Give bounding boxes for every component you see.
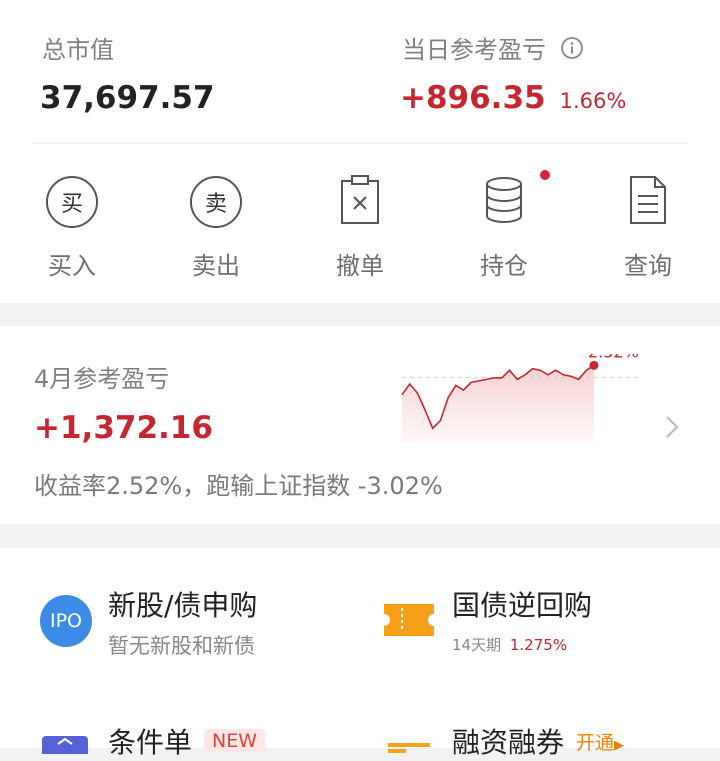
- query-button[interactable]: 查询: [593, 170, 703, 281]
- caret-right-icon: ▶: [614, 737, 625, 753]
- daily-pnl-values: +896.35 1.66%: [400, 80, 626, 116]
- daily-pnl-label: 当日参考盈亏: [402, 36, 546, 64]
- buy-icon: 买: [46, 176, 98, 228]
- holdings-icon: [484, 175, 524, 229]
- holdings-button[interactable]: 持仓: [449, 170, 559, 281]
- cancel-order-button[interactable]: 撤单: [305, 170, 415, 281]
- daily-pnl-percent: 1.66%: [559, 89, 627, 113]
- cancel-order-icon: [340, 175, 380, 229]
- chart-end-point: [589, 360, 599, 370]
- condition-order-service[interactable]: 条件单 NEW: [108, 721, 266, 761]
- notification-dot: [540, 170, 550, 180]
- new-badge: NEW: [204, 729, 266, 753]
- daily-pnl: +896.35: [400, 80, 546, 116]
- ipo-title: 新股/债申购: [108, 589, 258, 622]
- query-label: 查询: [624, 252, 672, 280]
- chart-end-label: 2.52%: [588, 354, 639, 361]
- open-account-tag[interactable]: 开通▶: [576, 728, 624, 755]
- market-value: 37,697.57: [40, 80, 215, 116]
- services-card: IPO 新股/债申购 暂无新股和新债 国债逆回购 14天期 1.275% 条件单…: [0, 548, 720, 761]
- monthly-pnl-title: 4月参考盈亏: [34, 365, 170, 393]
- margin-title: 融资融券: [452, 726, 565, 759]
- cancel-order-label: 撤单: [336, 252, 384, 280]
- condition-order-icon: [40, 734, 90, 761]
- condition-order-title: 条件单: [108, 726, 193, 759]
- buy-label: 买入: [48, 252, 96, 280]
- monthly-pnl-card[interactable]: 4月参考盈亏 +1,372.16 收益率2.52%，跑输上证指数 -3.02% …: [0, 326, 720, 524]
- monthly-pnl-value: +1,372.16: [34, 410, 213, 446]
- monthly-return-summary: 收益率2.52%，跑输上证指数 -3.02%: [34, 472, 443, 500]
- monthly-pnl-chart: 2.52%: [401, 354, 640, 442]
- reverse-repo-rate: 1.275%: [509, 636, 568, 654]
- open-account-label: 开通: [576, 731, 615, 754]
- reverse-repo-days: 14天期: [452, 636, 502, 654]
- sell-label: 卖出: [192, 252, 240, 280]
- ipo-icon-wrap: IPO: [40, 595, 92, 647]
- market-value-label: 总市值: [42, 36, 114, 64]
- daily-pnl-header[interactable]: 当日参考盈亏: [402, 30, 584, 65]
- chevron-right-icon[interactable]: [664, 414, 680, 444]
- query-icon: [628, 175, 668, 229]
- margin-service[interactable]: 融资融券 开通▶: [452, 721, 624, 761]
- buy-button[interactable]: 买 买入: [17, 170, 127, 281]
- ipo-service[interactable]: 新股/债申购 暂无新股和新债: [108, 584, 257, 660]
- ticket-icon: [382, 600, 436, 644]
- info-icon[interactable]: [560, 36, 584, 60]
- sell-icon: 卖: [190, 176, 242, 228]
- ipo-subtitle: 暂无新股和新债: [108, 634, 255, 658]
- holdings-label: 持仓: [480, 252, 528, 280]
- summary-divider: [32, 143, 688, 144]
- sell-button[interactable]: 卖 卖出: [161, 170, 271, 281]
- reverse-repo-title: 国债逆回购: [452, 589, 593, 622]
- ipo-icon: IPO: [40, 595, 92, 647]
- reverse-repo-service[interactable]: 国债逆回购 14天期 1.275%: [452, 584, 592, 655]
- account-summary-card: 总市值 37,697.57 当日参考盈亏 +896.35 1.66% 买 买入 …: [0, 0, 720, 303]
- chart-area: [402, 365, 594, 442]
